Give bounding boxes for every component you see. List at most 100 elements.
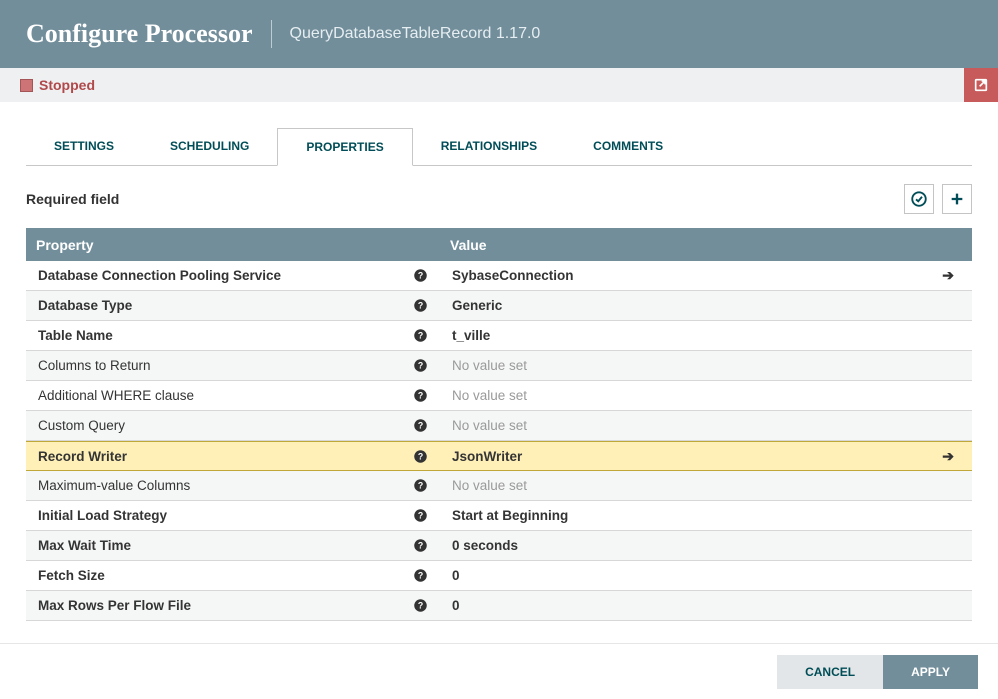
property-name: Fetch Size (38, 568, 105, 583)
property-value: No value set (452, 418, 527, 433)
property-value: Generic (452, 298, 502, 313)
property-value: Start at Beginning (452, 508, 568, 523)
status-left: Stopped (20, 77, 95, 93)
column-header-property: Property (26, 237, 440, 253)
table-row[interactable]: Database Type? Generic (26, 291, 972, 321)
help-icon[interactable]: ? (412, 328, 428, 344)
property-name-cell: Custom Query? (26, 418, 440, 434)
table-row[interactable]: Record Writer? JsonWriter ➔ (26, 441, 972, 471)
plus-icon (949, 191, 965, 207)
svg-text:?: ? (417, 421, 422, 431)
property-value: 0 (452, 568, 460, 583)
property-name-cell: Database Type? (26, 298, 440, 314)
property-value: JsonWriter (452, 449, 522, 464)
popout-button[interactable] (964, 68, 998, 102)
tab-properties[interactable]: PROPERTIES (277, 128, 412, 166)
help-icon[interactable]: ? (412, 358, 428, 374)
goto-arrow-icon[interactable]: ➔ (942, 267, 954, 284)
apply-button[interactable]: APPLY (883, 655, 978, 689)
svg-text:?: ? (417, 481, 422, 491)
help-icon[interactable]: ? (412, 268, 428, 284)
property-value-cell[interactable]: No value set (440, 418, 972, 433)
property-name-cell: Additional WHERE clause? (26, 388, 440, 404)
property-value: t_ville (452, 328, 490, 343)
table-row[interactable]: Initial Load Strategy? Start at Beginning (26, 501, 972, 531)
table-row[interactable]: Database Connection Pooling Service?Syba… (26, 261, 972, 291)
table-row[interactable]: Table Name? t_ville (26, 321, 972, 351)
help-icon[interactable]: ? (412, 418, 428, 434)
help-icon[interactable]: ? (412, 448, 428, 464)
property-name: Additional WHERE clause (38, 388, 194, 403)
property-name-cell: Max Wait Time? (26, 538, 440, 554)
processor-name: QueryDatabaseTableRecord 1.17.0 (290, 25, 541, 43)
properties-table: Property Value Database Connection Pooli… (26, 228, 972, 621)
property-value: SybaseConnection (452, 268, 574, 283)
tab-bar: SETTINGS SCHEDULING PROPERTIES RELATIONS… (26, 128, 972, 166)
property-value-cell[interactable]: No value set (440, 358, 972, 373)
property-value-cell[interactable]: t_ville (440, 328, 972, 343)
tab-scheduling[interactable]: SCHEDULING (142, 128, 277, 165)
tab-relationships[interactable]: RELATIONSHIPS (413, 128, 565, 165)
svg-text:?: ? (417, 361, 422, 371)
help-icon[interactable]: ? (412, 388, 428, 404)
property-name-cell: Fetch Size? (26, 568, 440, 584)
property-value: 0 seconds (452, 538, 518, 553)
help-icon[interactable]: ? (412, 298, 428, 314)
property-value-cell[interactable]: 0 (440, 568, 972, 583)
property-value-cell[interactable]: JsonWriter ➔ (440, 448, 972, 465)
table-body[interactable]: Database Connection Pooling Service?Syba… (26, 261, 972, 621)
property-name: Database Connection Pooling Service (38, 268, 281, 283)
table-row[interactable]: Max Wait Time? 0 seconds (26, 531, 972, 561)
property-value-cell[interactable]: SybaseConnection ➔ (440, 267, 972, 284)
svg-text:?: ? (417, 511, 422, 521)
help-icon[interactable]: ? (412, 478, 428, 494)
add-property-button[interactable] (942, 184, 972, 214)
svg-text:?: ? (417, 601, 422, 611)
svg-text:?: ? (417, 331, 422, 341)
table-row[interactable]: Additional WHERE clause?No value set (26, 381, 972, 411)
toolbar: Required field (0, 166, 998, 228)
help-icon[interactable]: ? (412, 538, 428, 554)
property-name: Columns to Return (38, 358, 151, 373)
property-value-cell[interactable]: No value set (440, 388, 972, 403)
verify-button[interactable] (904, 184, 934, 214)
help-icon[interactable]: ? (412, 598, 428, 614)
property-name: Custom Query (38, 418, 125, 433)
property-name: Record Writer (38, 449, 127, 464)
table-row[interactable]: Columns to Return? No value set (26, 351, 972, 381)
dialog-header: Configure Processor QueryDatabaseTableRe… (0, 0, 998, 68)
property-value-cell[interactable]: No value set (440, 478, 972, 493)
property-value-cell[interactable]: Start at Beginning (440, 508, 972, 523)
cancel-button[interactable]: CANCEL (777, 655, 883, 689)
help-icon[interactable]: ? (412, 568, 428, 584)
property-name: Max Wait Time (38, 538, 131, 553)
goto-arrow-icon[interactable]: ➔ (942, 448, 954, 465)
table-row[interactable]: Max Rows Per Flow File? 0 (26, 591, 972, 621)
table-row[interactable]: Maximum-value Columns?No value set (26, 471, 972, 501)
property-name: Table Name (38, 328, 113, 343)
property-name-cell: Initial Load Strategy? (26, 508, 440, 524)
property-value: No value set (452, 358, 527, 373)
check-circle-icon (910, 190, 928, 208)
property-value-cell[interactable]: Generic (440, 298, 972, 313)
table-row[interactable]: Fetch Size? 0 (26, 561, 972, 591)
property-name-cell: Database Connection Pooling Service? (26, 268, 440, 284)
stopped-icon (20, 79, 33, 92)
header-separator (271, 20, 272, 48)
tab-settings[interactable]: SETTINGS (26, 128, 142, 165)
property-value: 0 (452, 598, 460, 613)
dialog-title: Configure Processor (26, 19, 253, 49)
property-name-cell: Max Rows Per Flow File? (26, 598, 440, 614)
svg-text:?: ? (417, 451, 422, 461)
status-label: Stopped (39, 77, 95, 93)
property-value-cell[interactable]: 0 seconds (440, 538, 972, 553)
tab-comments[interactable]: COMMENTS (565, 128, 691, 165)
property-value-cell[interactable]: 0 (440, 598, 972, 613)
svg-text:?: ? (417, 391, 422, 401)
property-name: Max Rows Per Flow File (38, 598, 191, 613)
table-row[interactable]: Custom Query? No value set (26, 411, 972, 441)
required-field-label: Required field (26, 191, 119, 207)
help-icon[interactable]: ? (412, 508, 428, 524)
table-header: Property Value (26, 229, 972, 261)
column-header-value: Value (440, 237, 972, 253)
